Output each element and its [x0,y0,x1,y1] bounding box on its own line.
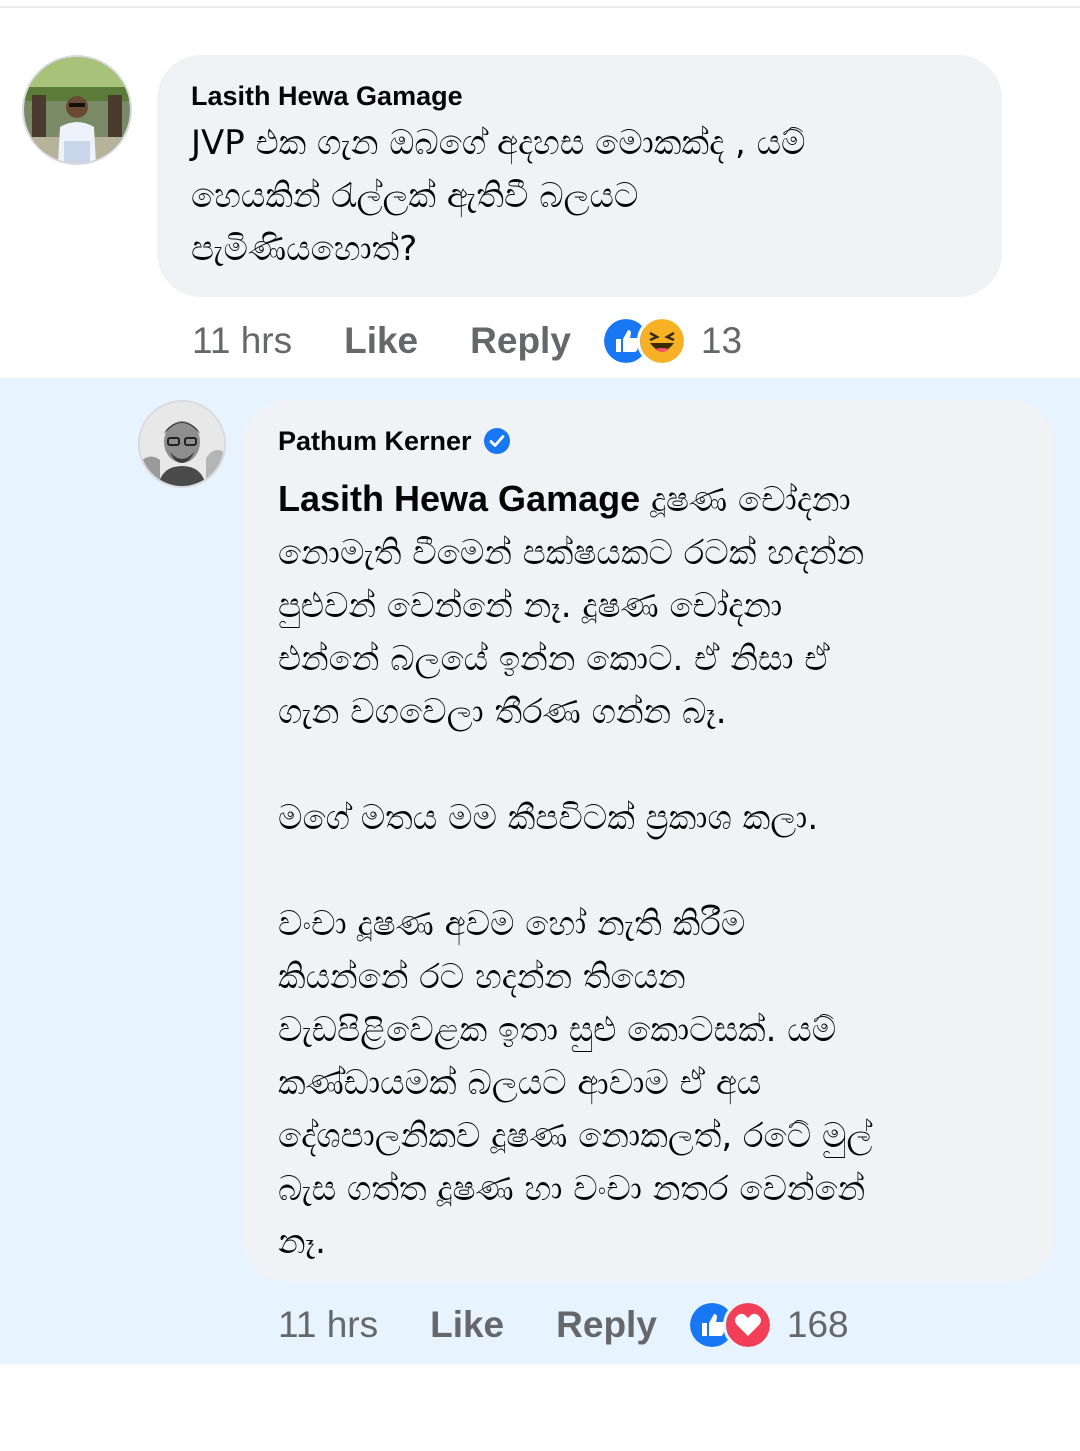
comment-actions: 11 hrs Like Reply 168 [278,1300,849,1350]
mention-link[interactable]: Lasith Hewa Gamage [278,478,640,519]
reaction-summary[interactable]: 13 [600,316,743,366]
reply-button[interactable]: Reply [556,1304,657,1346]
reply-button[interactable]: Reply [470,320,571,362]
divider [0,6,1080,8]
comment-author[interactable]: Lasith Hewa Gamage [191,79,968,113]
reaction-summary[interactable]: 168 [686,1300,849,1350]
avatar[interactable] [138,400,226,488]
verified-badge-icon [483,428,510,454]
comment-author[interactable]: Pathum Kerner [278,424,1020,458]
comment-bubble: Lasith Hewa Gamage JVP එක ගැන ඔබගේ අදහස … [157,55,1002,297]
avatar[interactable] [22,55,132,165]
comment-text: JVP එක ගැන ඔබගේ අදහස මොකක්ද , යම් හෙයකින… [191,123,806,269]
reaction-count: 13 [700,320,743,361]
comment-body: දූෂණ චෝදනා නොමැති වීමෙන් පක්ෂයකට රටක් හද… [278,480,873,1262]
author-name[interactable]: Lasith Hewa Gamage [191,79,463,113]
like-button[interactable]: Like [344,320,418,362]
haha-icon [636,316,687,366]
comment-text: Lasith Hewa Gamage දූෂණ චෝදනා නොමැති වීම… [278,472,1020,1269]
love-icon [722,1300,773,1350]
comment-thread: Lasith Hewa Gamage JVP එක ගැන ඔබගේ අදහස … [0,0,1080,1451]
comment-timestamp[interactable]: 11 hrs [192,320,292,362]
avatar-photo [140,402,224,486]
comment-actions: 11 hrs Like Reply 13 [192,316,743,366]
like-button[interactable]: Like [430,1304,504,1346]
comment-bubble: Pathum Kerner Lasith Hewa Gamage දූෂණ චෝ… [243,400,1054,1282]
avatar-photo [24,57,130,163]
reaction-count: 168 [786,1304,849,1345]
author-name[interactable]: Pathum Kerner [278,424,472,458]
comment-timestamp[interactable]: 11 hrs [278,1304,378,1346]
